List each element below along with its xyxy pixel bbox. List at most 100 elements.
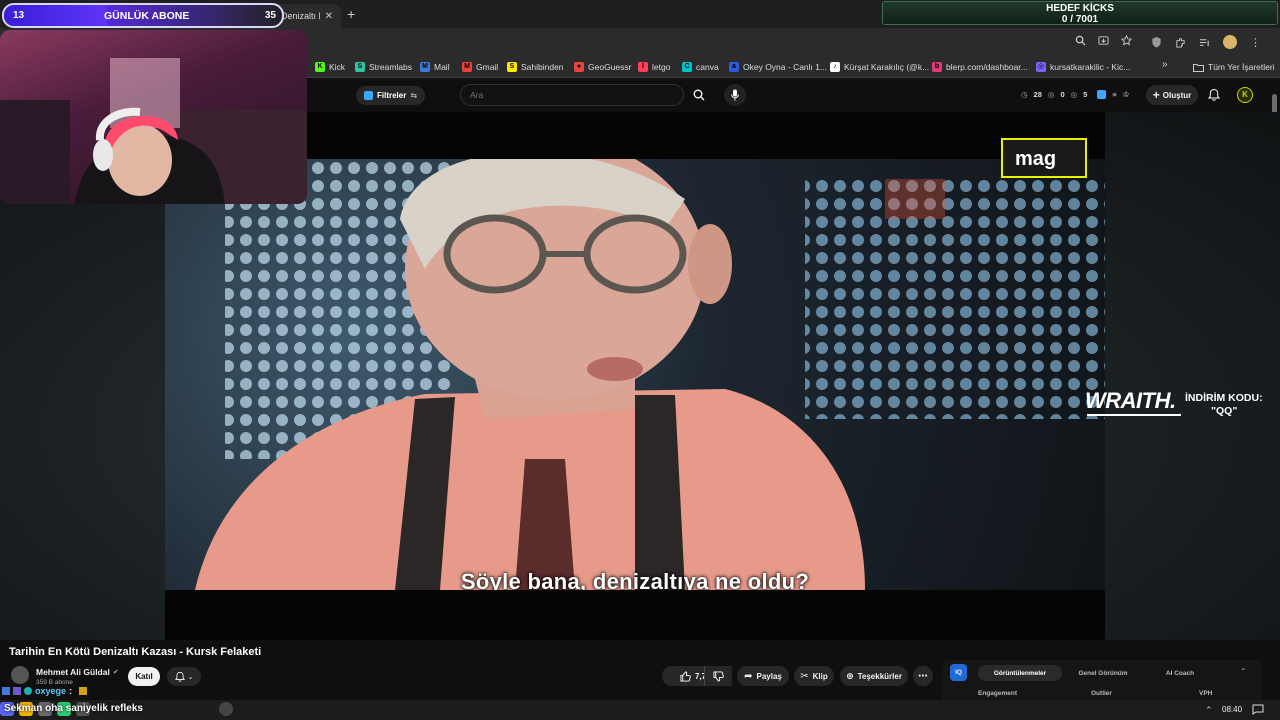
filters-ext-icon bbox=[364, 91, 373, 100]
scissors-icon: ✂ bbox=[800, 670, 809, 682]
video-subtitle: Söyle bana, denizaltıya ne oldu? bbox=[460, 569, 810, 590]
install-app-icon[interactable] bbox=[1098, 35, 1109, 46]
column-vph: VPH bbox=[1199, 690, 1213, 697]
kick-goal-widget: HEDEF KİCKS 0 / 7001 bbox=[882, 1, 1278, 25]
bookmark-label: Sahibinden bbox=[521, 62, 564, 72]
panel-collapse-icon[interactable]: ⌃ bbox=[1240, 667, 1247, 676]
bookmark-item[interactable]: Ccanva bbox=[682, 60, 719, 74]
bookmark-item[interactable]: ◎ kursatkarakilic - Kic... bbox=[1036, 60, 1130, 74]
notification-center-icon[interactable] bbox=[1252, 704, 1264, 715]
create-button[interactable]: + Oluştur bbox=[1146, 85, 1198, 105]
bookmark-favicon-icon: K bbox=[315, 62, 325, 72]
thanks-button[interactable]: ⊕ Teşekkürler bbox=[840, 666, 908, 686]
daily-subscriber-goal: 13 GÜNLÜK ABONE 35 bbox=[2, 3, 284, 28]
sponsor-code-label: İNDİRİM KODU: bbox=[1185, 392, 1263, 404]
tab-views[interactable]: Görüntülenmeler bbox=[978, 665, 1062, 681]
bookmark-item[interactable]: M Gmail bbox=[462, 60, 498, 74]
verified-icon: ✔ bbox=[112, 669, 119, 676]
stat-3: 5 bbox=[1083, 90, 1088, 99]
chat-badge-icon bbox=[2, 687, 10, 695]
all-bookmarks-folder[interactable]: Tüm Yer İşaretleri bbox=[1193, 60, 1275, 74]
channel-avatar[interactable] bbox=[11, 666, 29, 684]
tab-overview[interactable]: Genel Görünüm bbox=[1066, 665, 1140, 681]
daily-sub-target: 35 bbox=[264, 10, 276, 21]
subscribe-bell-button[interactable]: ⌄ bbox=[167, 667, 201, 686]
stat-comments-icon: ◎ bbox=[1047, 90, 1055, 99]
youtube-masthead bbox=[307, 78, 1280, 112]
join-button[interactable]: Katıl bbox=[128, 667, 160, 686]
bookmark-item[interactable]: K Kick bbox=[315, 60, 345, 74]
bookmark-item[interactable]: S Sahibinden bbox=[507, 60, 564, 74]
bookmark-item[interactable]: ♪ Kürşat Karakılıç (@k... bbox=[830, 60, 929, 74]
more-bookmarks-icon[interactable]: » bbox=[1162, 59, 1168, 70]
bookmark-item[interactable]: l letgo bbox=[638, 60, 670, 74]
all-bookmarks-label: Tüm Yer İşaretleri bbox=[1208, 62, 1275, 72]
bookmark-favicon-icon: b bbox=[932, 62, 942, 72]
chat-message: oxyege : bbox=[2, 686, 88, 696]
stat-2: 0 bbox=[1060, 90, 1065, 99]
account-avatar[interactable]: K bbox=[1237, 87, 1253, 103]
sponsor-underline bbox=[1087, 414, 1181, 416]
bookmark-label: GeoGuessr bbox=[588, 62, 632, 72]
taskbar-app-icon[interactable] bbox=[219, 702, 233, 716]
clip-button[interactable]: ✂ Klip bbox=[794, 666, 834, 686]
dislike-button[interactable] bbox=[704, 666, 732, 686]
channel-name-text: Mehmet Ali Güldal bbox=[36, 667, 110, 677]
bookmark-star-icon[interactable] bbox=[1121, 35, 1132, 46]
webcam-scene bbox=[0, 58, 307, 204]
extensions-icon[interactable] bbox=[1175, 37, 1186, 48]
goal-title: HEDEF KİCKS bbox=[1046, 3, 1114, 14]
bookmark-favicon-icon: C bbox=[682, 62, 692, 72]
bookmark-favicon-icon: ◎ bbox=[1036, 62, 1046, 72]
bookmark-favicon-icon: S bbox=[507, 62, 517, 72]
tab-ai-coach[interactable]: AI Coach bbox=[1150, 665, 1210, 681]
bookmark-label: Gmail bbox=[476, 62, 499, 72]
notifications-icon[interactable] bbox=[1208, 88, 1220, 101]
search-icon bbox=[693, 89, 705, 101]
bookmark-label: Streamlabs bbox=[369, 62, 412, 72]
new-tab-icon[interactable]: + bbox=[347, 6, 355, 22]
filters-button[interactable]: Filtreler ⇆ bbox=[356, 86, 426, 105]
search-button[interactable] bbox=[686, 84, 712, 106]
thanks-icon: ⊕ bbox=[846, 670, 854, 681]
media-control-icon[interactable] bbox=[1199, 37, 1210, 48]
search-placeholder: Ara bbox=[470, 90, 484, 100]
bookmark-item[interactable]: ● GeoGuessr bbox=[574, 60, 631, 74]
sponsor-overlay: WRAITH. İNDİRİM KODU: "QQ" bbox=[1085, 386, 1275, 426]
more-horizontal-icon: ⋯ bbox=[918, 670, 928, 682]
bookmark-favicon-icon: ● bbox=[574, 62, 584, 72]
bookmark-item[interactable]: M Mail bbox=[420, 60, 450, 74]
chevron-down-icon: ⌄ bbox=[187, 673, 194, 681]
tab-close-icon[interactable]: ✕ bbox=[325, 11, 333, 22]
chat-username: Sekman bbox=[4, 703, 43, 714]
channel-watermark: mag bbox=[1001, 138, 1087, 178]
bookmark-item[interactable]: b blerp.com/dashboar... bbox=[932, 60, 1028, 74]
bookmark-item[interactable]: S Streamlabs bbox=[355, 60, 412, 74]
folder-icon bbox=[1193, 63, 1204, 72]
system-clock: 08:40 bbox=[1222, 705, 1243, 714]
menu-kebab-icon[interactable]: ⋮ bbox=[1250, 36, 1261, 49]
vidiq-icon[interactable] bbox=[1097, 90, 1107, 99]
voice-search-button[interactable] bbox=[724, 84, 746, 106]
more-actions-button[interactable]: ⋯ bbox=[913, 666, 933, 686]
plus-icon: + bbox=[1152, 88, 1160, 102]
share-button[interactable]: ➦ Paylaş bbox=[737, 666, 789, 686]
thumbs-down-icon bbox=[713, 670, 724, 682]
checklist-icon[interactable]: ≡ bbox=[1112, 90, 1116, 99]
column-outlier: Outlier bbox=[1091, 690, 1112, 697]
tray-chevron-icon[interactable]: ⌃ bbox=[1205, 705, 1213, 716]
search-input[interactable]: Ara bbox=[460, 84, 684, 106]
bookmark-item[interactable]: a Okey Oyna - Canlı 1... bbox=[729, 60, 827, 74]
share-icon: ➦ bbox=[744, 670, 753, 682]
thumbs-up-icon bbox=[680, 670, 691, 682]
chat-username: oxyege bbox=[35, 686, 67, 696]
bookmark-favicon-icon: l bbox=[638, 62, 648, 72]
video-frame: Söyle bana, denizaltıya ne oldu? bbox=[165, 159, 1105, 590]
channel-name[interactable]: Mehmet Ali Güldal ✔ bbox=[36, 667, 119, 677]
stat-1: 28 bbox=[1033, 90, 1042, 99]
trophy-icon[interactable]: ♔ bbox=[1123, 90, 1130, 99]
profile-avatar[interactable] bbox=[1223, 35, 1237, 49]
bookmark-favicon-icon: ♪ bbox=[830, 62, 840, 72]
shield-extension-icon[interactable] bbox=[1151, 36, 1162, 48]
zoom-icon[interactable] bbox=[1075, 35, 1086, 46]
